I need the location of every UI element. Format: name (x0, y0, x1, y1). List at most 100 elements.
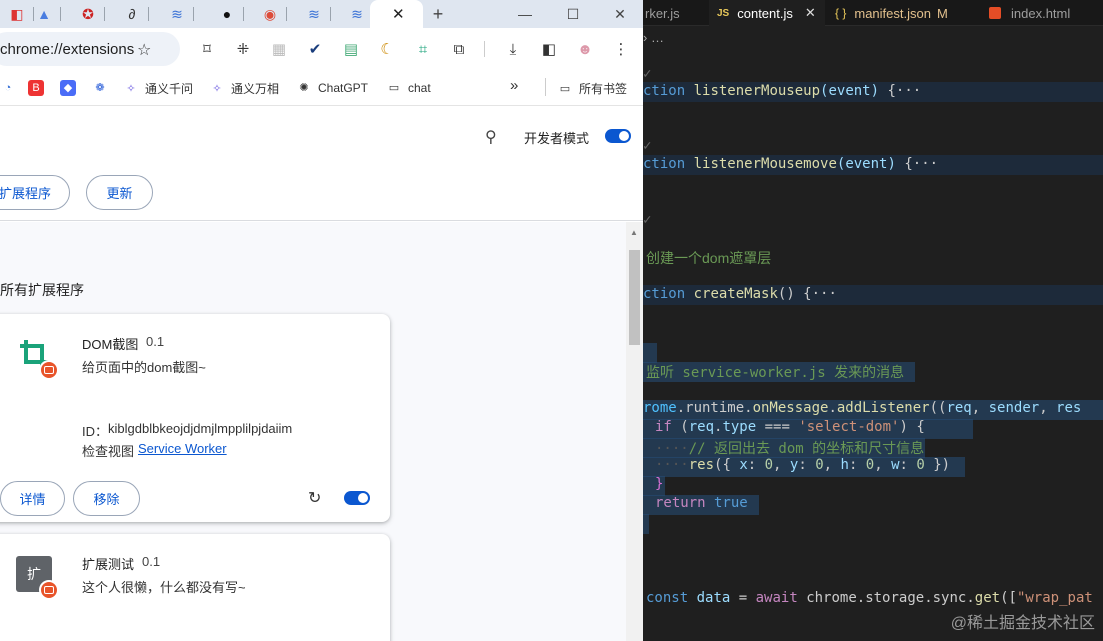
tab-manifest-json[interactable]: { } manifest.json M (825, 0, 961, 26)
bookmarks-bar: ◔ B ◆ ❁ ✧ 通义千问 ✧ 通义万相 ✺ ChatGPT ▭ chat » ▭ 所有… (0, 70, 643, 106)
update-button[interactable]: 更新 (86, 175, 153, 210)
bookmark-c-icon[interactable]: ◆ (60, 80, 76, 96)
bookmark-star-icon[interactable]: ☆ (137, 40, 151, 60)
crop-extension-icon[interactable]: ⌗ (412, 38, 434, 60)
extensions-header: ⚲ 开发者模式 扩展程序 更新 (0, 107, 643, 221)
fold-marker[interactable]: ✓ (643, 138, 651, 154)
search-icon[interactable]: ⚲ (485, 127, 497, 147)
bookmark-b-icon[interactable]: B (28, 80, 44, 96)
bookmark-tongyi-wanxiang[interactable]: ✧ 通义万相 (209, 80, 279, 97)
tab-2[interactable]: ▲ (27, 0, 61, 28)
code-line: rome.runtime.onMessage.addListener((req,… (643, 400, 1082, 416)
extension-name: 扩展测试 (82, 557, 135, 572)
extension-card-dom-screenshot: DOM截图 0.1 给页面中的dom截图~ ID： kiblgdblbkeojd… (0, 314, 390, 522)
tab-content-js[interactable]: JS content.js ✕ (709, 0, 825, 26)
extensions-puzzle-icon[interactable]: ⧉ (448, 38, 470, 60)
remove-button[interactable]: 移除 (73, 481, 140, 516)
extension-enable-toggle[interactable] (344, 491, 370, 505)
tongyi-icon: ✧ (123, 80, 139, 97)
extension-2-icon[interactable]: ✔ (304, 38, 326, 60)
chrome-window: ◧ ▲ ✪ ∂ ≋ ● ◉ ≋ ≋ ✕ + — ☐ ✕ chrome://ext… (0, 0, 643, 641)
chrome-icon: ◉ (263, 5, 277, 22)
code-line: ction listenerMousemove(event) {··· (643, 156, 939, 172)
maximize-icon[interactable]: ☐ (553, 0, 593, 28)
window-close-icon[interactable]: ✕ (600, 0, 640, 28)
url-text[interactable]: chrome://extensions (0, 41, 134, 58)
extension-description: 这个人很懒，什么都没有写~ (82, 580, 246, 595)
pack-extension-button[interactable]: 扩展程序 (0, 175, 70, 210)
developer-badge-icon (39, 360, 59, 380)
minimize-icon[interactable]: — (505, 0, 545, 28)
chatgpt-icon: ✺ (296, 80, 312, 96)
tab-5[interactable]: ≋ (160, 0, 194, 28)
bookmark-label: ChatGPT (318, 81, 369, 95)
bookmark-chatgpt[interactable]: ✺ ChatGPT (296, 80, 368, 96)
all-bookmarks[interactable]: ▭ 所有书签 (557, 80, 627, 97)
code-line: ction listenerMouseup(event) {··· (643, 83, 922, 99)
code-line: const data = await chrome.storage.sync.g… (646, 590, 1093, 606)
code-line: if (req.type === 'select-dom') { (655, 419, 925, 435)
tab-4-icon: ∂ (128, 6, 136, 22)
code-comment: 创建一个dom遮罩层 (646, 250, 772, 266)
developer-mode-label: 开发者模式 (524, 131, 590, 146)
code-comment: 监听 service-worker.js 发来的消息 (646, 365, 905, 381)
tab-label: manifest.json (854, 5, 931, 21)
tongyi-icon: ✧ (209, 80, 225, 97)
tab-9[interactable]: ≋ (340, 0, 374, 28)
tab-search-icon[interactable]: ⁜ (232, 38, 254, 60)
tab-8[interactable]: ≋ (297, 0, 331, 28)
all-bookmarks-label: 所有书签 (579, 82, 628, 96)
service-worker-link[interactable]: Service Worker (138, 441, 227, 456)
fold-marker[interactable]: ✓ (643, 66, 651, 82)
inspect-views-label: 检查视图 (82, 444, 135, 459)
folder-icon: ▭ (386, 80, 402, 96)
download-icon[interactable]: ⤓ (502, 38, 524, 60)
bookmark-baidu-icon[interactable]: ❁ (92, 80, 108, 96)
developer-badge-icon (39, 580, 59, 600)
code-editor: rker.js JS content.js ✕ { } manifest.jso… (643, 0, 1103, 641)
tab-3-icon: ✪ (82, 5, 94, 22)
address-bar[interactable]: chrome://extensions ☆ (0, 32, 180, 66)
extension-1-icon[interactable]: ▦ (268, 38, 290, 60)
extension-4-icon[interactable]: ☾ (376, 38, 398, 60)
extension-id: kiblgdblbkeojdjdmjlmpplilpjdaiim (108, 421, 293, 436)
js-file-icon: JS (717, 7, 730, 19)
bookmark-icon[interactable]: ⌑ (196, 38, 218, 60)
code-line: ction createMask() {··· (643, 286, 837, 302)
scrollbar-thumb[interactable] (629, 250, 640, 345)
active-tab[interactable]: ✕ (370, 0, 423, 28)
tab-service-worker-js[interactable]: rker.js (643, 0, 709, 26)
json-file-icon: { } (835, 6, 847, 20)
bookmark-label: 通义千问 (145, 82, 194, 96)
bookmark-tongyi-qianwen[interactable]: ✧ 通义千问 (123, 80, 193, 97)
side-panel-icon[interactable]: ◧ (538, 38, 560, 60)
bookmark-label: chat (408, 81, 431, 95)
reload-icon[interactable]: ↻ (308, 488, 321, 508)
tab-6[interactable]: ● (210, 0, 244, 28)
extension-3-icon[interactable]: ▤ (340, 38, 362, 60)
code-line: ····res({ x: 0, y: 0, h: 0, w: 0 }) (655, 457, 951, 473)
breadcrumb[interactable]: › … (643, 30, 664, 45)
profile-avatar-icon[interactable]: ☻ (574, 38, 596, 60)
bookmark-chat[interactable]: ▭ chat (386, 80, 431, 96)
bookmarks-overflow-button[interactable]: » (510, 77, 518, 94)
close-tab-icon[interactable]: ✕ (392, 5, 405, 23)
fold-marker[interactable]: ✓ (643, 212, 651, 228)
tab-4[interactable]: ∂ (115, 0, 149, 28)
new-tab-icon[interactable]: + (418, 0, 458, 28)
tab-7[interactable]: ◉ (253, 0, 287, 28)
menu-icon[interactable]: ⋮ (610, 38, 632, 60)
extension-card-test: 扩 扩展测试 0.1 这个人很懒，什么都没有写~ (0, 534, 390, 641)
bookmark-search-icon[interactable]: ◔ (0, 80, 16, 96)
github-icon: ● (222, 6, 232, 22)
details-button[interactable]: 详情 (0, 481, 65, 516)
tab-3[interactable]: ✪ (71, 0, 105, 28)
close-icon[interactable]: ✕ (805, 5, 816, 21)
watermark: @稀土掘金技术社区 (950, 615, 1095, 632)
tab-9-icon: ≋ (351, 5, 363, 22)
tab-index-html[interactable]: index.html (973, 0, 1103, 26)
section-title: 所有扩展程序 (0, 282, 84, 298)
developer-mode-toggle[interactable] (605, 129, 631, 143)
tab-strip: ◧ ▲ ✪ ∂ ≋ ● ◉ ≋ ≋ ✕ + — ☐ ✕ (0, 0, 643, 28)
tab-8-icon: ≋ (308, 5, 320, 22)
